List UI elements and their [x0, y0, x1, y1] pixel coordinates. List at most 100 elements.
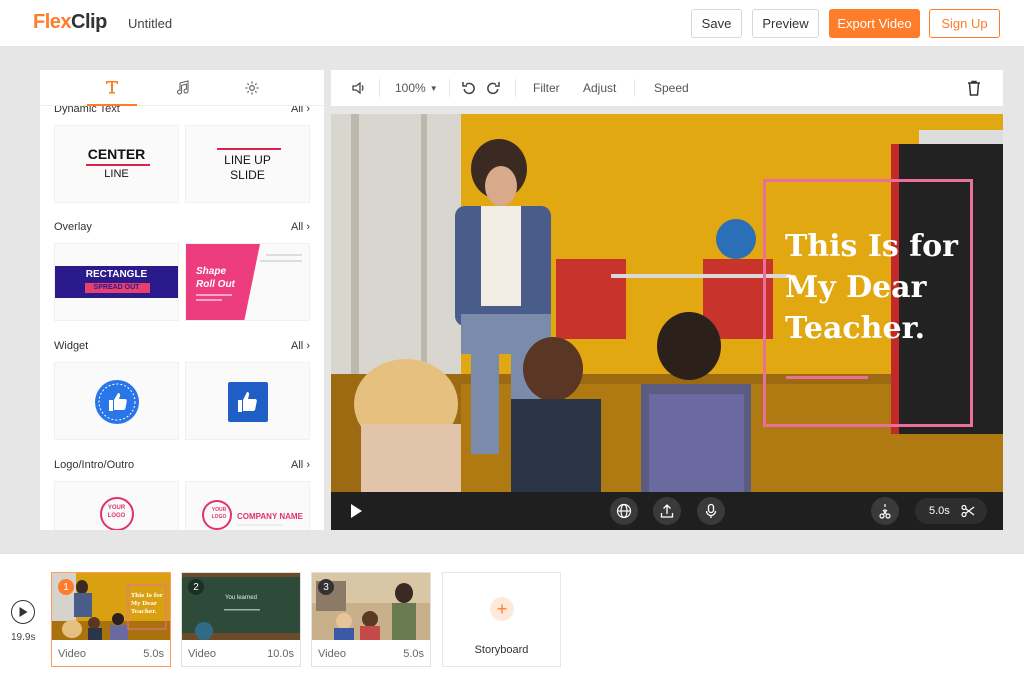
text-icon: [106, 81, 118, 94]
timeline-clip-2[interactable]: You learned 2 Video 10.0s: [181, 572, 301, 667]
globe-icon: [616, 503, 632, 519]
section-title: Logo/Intro/Outro: [54, 459, 135, 471]
card-label: RECTANGLE: [85, 269, 148, 280]
section-title: Overlay: [54, 221, 92, 233]
overlay-all-link[interactable]: All ›: [291, 221, 310, 233]
clip-type: Video: [318, 648, 346, 660]
company-name-template[interactable]: YOUR LOGO COMPANY NAME: [185, 481, 310, 530]
card-sublabel: LINE: [104, 168, 129, 180]
total-duration: 19.9s: [11, 632, 36, 643]
card-sublabel: SLIDE: [230, 168, 265, 182]
sign-up-button[interactable]: Sign Up: [929, 9, 1000, 38]
section-widget: Widget All ›: [54, 340, 310, 354]
clip-duration: 5.0s: [929, 505, 950, 517]
play-icon: [351, 504, 362, 518]
rotate-left-button[interactable]: [461, 70, 477, 106]
clip-duration: 5.0s: [143, 648, 164, 660]
center-line-template[interactable]: CENTER LINE: [54, 125, 179, 203]
tab-text[interactable]: [87, 70, 137, 106]
widget-all-link[interactable]: All ›: [291, 340, 310, 352]
shape-roll-out-template[interactable]: Shape Roll Out: [185, 243, 310, 321]
play-button[interactable]: [349, 503, 363, 524]
your-logo-template[interactable]: YOUR LOGO: [54, 481, 179, 530]
like-square-widget[interactable]: [185, 362, 310, 440]
clip-number: 3: [318, 579, 334, 595]
speed-button[interactable]: Speed: [654, 70, 689, 106]
rotate-right-button[interactable]: [485, 70, 501, 106]
line-up-slide-template[interactable]: LINE UP SLIDE: [185, 125, 310, 203]
overlay-line: My Dear: [785, 270, 927, 305]
save-button[interactable]: Save: [691, 9, 742, 38]
timeline-clip-3[interactable]: 3 Video 5.0s: [311, 572, 431, 667]
zoom-value: 100%: [395, 81, 426, 95]
upload-button[interactable]: [653, 497, 681, 525]
preview-button[interactable]: Preview: [752, 9, 819, 38]
export-video-button[interactable]: Export Video: [829, 9, 920, 38]
clip-type: Video: [188, 648, 216, 660]
all-label: All: [291, 459, 304, 471]
thumbs-up-square-icon: [228, 382, 268, 422]
overlay-line: Teacher.: [785, 311, 926, 346]
split-button[interactable]: [871, 497, 899, 525]
clip-duration: 10.0s: [267, 648, 294, 660]
rectangle-spread-out-template[interactable]: RECTANGLE SPREAD OUT: [54, 243, 179, 321]
volume-button[interactable]: [351, 70, 367, 106]
plus-icon: +: [490, 597, 514, 621]
shape-line: [196, 299, 222, 301]
red-divider: [86, 164, 150, 166]
zoom-dropdown[interactable]: 100% ▼: [395, 70, 438, 106]
company-name-text: COMPANY NAME: [237, 512, 303, 521]
video-preview[interactable]: This Is for My Dear Teacher.: [331, 114, 1003, 492]
project-title[interactable]: Untitled: [128, 16, 172, 31]
flexclip-logo[interactable]: FlexClip: [33, 11, 107, 34]
panel-tabs: [40, 70, 324, 106]
elements-panel: Dynamic Text All › CENTER LINE LINE UP S…: [40, 70, 324, 530]
card-label: Shape: [196, 266, 227, 277]
thumbnail-text: You learned: [225, 595, 257, 601]
toolbar-divider: [515, 79, 516, 97]
red-divider: [217, 148, 281, 150]
timeline: 19.9s This Is for My Dear Teacher. 1 Vid…: [0, 553, 1024, 684]
toolbar-divider: [379, 79, 380, 97]
thumbnail-text: This Is for My Dear Teacher.: [131, 593, 163, 615]
trash-icon: [968, 80, 980, 96]
clip-type: Video: [58, 648, 86, 660]
logo-all-link[interactable]: All ›: [291, 459, 310, 471]
tab-music[interactable]: [157, 70, 207, 106]
toolbar-divider: [449, 79, 450, 97]
all-label: All: [291, 340, 304, 352]
logo-your-text: YOUR: [211, 507, 227, 513]
adjust-button[interactable]: Adjust: [583, 70, 616, 106]
storyboard-button[interactable]: + Storyboard: [442, 572, 561, 667]
music-icon: [176, 80, 189, 95]
language-button[interactable]: [610, 497, 638, 525]
overlay-line: This Is for: [785, 229, 958, 264]
logo-flex-text: Flex: [33, 11, 72, 33]
card-sublabel: Roll Out: [196, 279, 235, 290]
overlay-text[interactable]: This Is for My Dear Teacher.: [785, 226, 958, 349]
tab-settings[interactable]: [227, 70, 277, 106]
card-label: LINE UP: [224, 153, 271, 167]
record-voice-button[interactable]: [697, 497, 725, 525]
settings-icon: [245, 81, 259, 95]
section-overlay: Overlay All ›: [54, 221, 310, 235]
clip-duration-trim[interactable]: 5.0s: [915, 498, 987, 524]
section-title: Widget: [54, 340, 89, 352]
filter-button[interactable]: Filter: [533, 70, 560, 106]
delete-button[interactable]: [967, 70, 981, 106]
timeline-clip-1[interactable]: This Is for My Dear Teacher. 1 Video 5.0…: [51, 572, 171, 667]
caret-down-icon: ▼: [429, 83, 438, 93]
split-scissors-icon: [879, 504, 891, 519]
logo-clip-text: Clip: [71, 11, 107, 33]
toolbar-divider: [634, 79, 635, 97]
like-badge-widget[interactable]: [54, 362, 179, 440]
rotate-right-icon: [487, 82, 500, 95]
clip-number: 1: [58, 579, 74, 595]
card-label: CENTER: [87, 146, 146, 162]
editor-toolbar: 100% ▼ Filter Adjust Speed: [331, 70, 1003, 106]
microphone-icon: [705, 503, 717, 518]
overlay-underline: [786, 376, 868, 379]
scissors-icon: [961, 504, 975, 518]
logo-logo-text: LOGO: [107, 513, 126, 519]
timeline-play-button[interactable]: [11, 600, 35, 624]
